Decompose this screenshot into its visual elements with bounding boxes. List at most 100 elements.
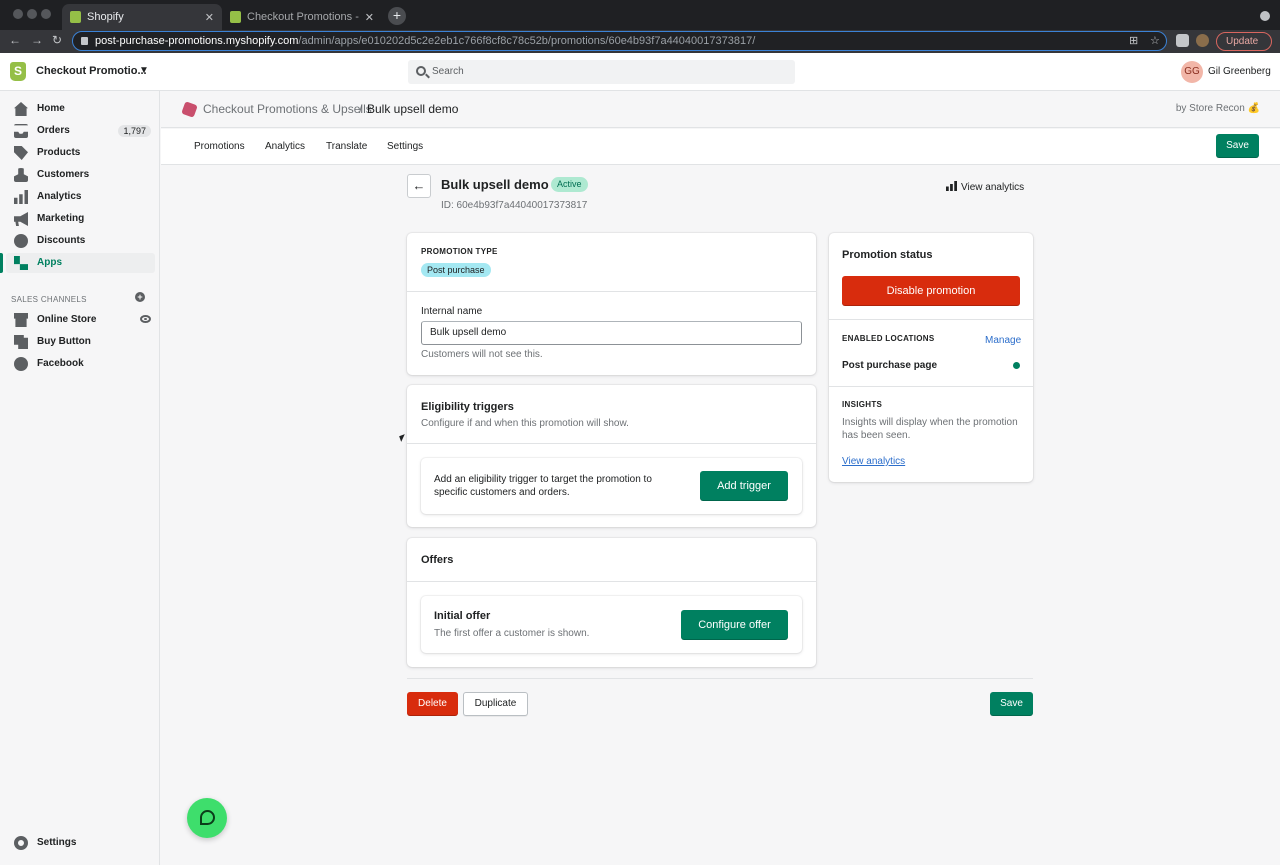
sidebar-item-buy-button[interactable]: Buy Button xyxy=(6,332,155,352)
sidebar-item-discounts[interactable]: Discounts xyxy=(6,231,155,251)
qr-code-icon[interactable]: ⊞ xyxy=(1129,34,1138,47)
sidebar-item-analytics[interactable]: Analytics xyxy=(6,187,155,207)
tab-title: Checkout Promotions - One Cl xyxy=(247,11,359,23)
view-analytics-label: View analytics xyxy=(961,182,1025,193)
bookmark-star-icon[interactable]: ☆ xyxy=(1150,34,1160,47)
address-bar[interactable]: post-purchase-promotions.myshopify.com/a… xyxy=(72,31,1167,51)
sidebar-item-customers[interactable]: Customers xyxy=(6,165,155,185)
store-switcher[interactable]: Checkout Promotio... xyxy=(36,65,147,77)
bar-chart-icon xyxy=(14,190,28,204)
buy-button-icon xyxy=(14,335,28,349)
orders-count-badge: 1,797 xyxy=(118,125,151,137)
back-button[interactable]: ← xyxy=(407,174,431,198)
duplicate-button[interactable]: Duplicate xyxy=(463,692,528,716)
save-button-footer[interactable]: Save xyxy=(990,692,1033,716)
eligibility-triggers-card: Eligibility triggers Configure if and wh… xyxy=(407,385,816,527)
window-minimize-dot[interactable] xyxy=(27,9,37,19)
promotion-type-badge: Post purchase xyxy=(421,263,491,277)
orders-icon xyxy=(14,124,28,138)
sidebar-item-label: Marketing xyxy=(37,213,85,224)
sidebar-item-facebook[interactable]: Facebook xyxy=(6,354,155,374)
sidebar-item-settings[interactable]: Settings xyxy=(6,833,155,853)
discount-icon xyxy=(14,234,28,248)
url-path: /admin/apps/e010202d5c2e2eb1c766f8cf8c78… xyxy=(298,35,756,47)
sidebar-item-home[interactable]: Home xyxy=(6,99,155,119)
internal-name-field[interactable]: Bulk upsell demo xyxy=(421,321,802,345)
insights-label: INSIGHTS xyxy=(842,400,883,409)
window-zoom-dot[interactable] xyxy=(41,9,51,19)
save-button[interactable]: Save xyxy=(1216,134,1259,158)
promotion-id: ID: 60e4b93f7a44040017373817 xyxy=(441,200,588,211)
facebook-icon xyxy=(14,357,28,371)
tag-icon xyxy=(14,146,28,160)
eligibility-description: Add an eligibility trigger to target the… xyxy=(434,474,652,498)
disable-promotion-button[interactable]: Disable promotion xyxy=(842,276,1020,306)
tab-search-icon[interactable] xyxy=(1260,11,1270,21)
tab-promotions[interactable]: Promotions xyxy=(194,141,245,152)
sidebar-item-label: Products xyxy=(37,147,81,158)
tab-close-icon[interactable]: ✕ xyxy=(365,11,374,24)
promotion-type-label: PROMOTION TYPE xyxy=(421,247,498,256)
card-divider xyxy=(407,581,816,582)
shopify-favicon-icon xyxy=(230,11,241,23)
breadcrumb-app-link[interactable]: Checkout Promotions & Upsells xyxy=(203,102,372,116)
bar-chart-icon xyxy=(946,181,957,191)
add-sales-channel-icon[interactable]: + xyxy=(135,292,145,302)
sidebar-item-products[interactable]: Products xyxy=(6,143,155,163)
gear-icon xyxy=(14,836,28,850)
extensions-puzzle-icon[interactable] xyxy=(1176,34,1189,47)
sidebar-item-label: Customers xyxy=(37,169,90,180)
location-enabled-indicator xyxy=(1013,362,1020,369)
person-icon xyxy=(14,168,28,182)
manage-locations-link[interactable]: Manage xyxy=(985,335,1021,346)
breadcrumb: Checkout Promotions & Upsells / Bulk ups… xyxy=(161,91,1280,128)
sidebar-item-label: Apps xyxy=(37,257,62,268)
tab-settings[interactable]: Settings xyxy=(387,141,423,152)
shopify-logo-icon xyxy=(10,62,26,81)
sidebar-item-label: Discounts xyxy=(37,235,86,246)
chat-support-icon[interactable] xyxy=(187,798,227,838)
tab-translate[interactable]: Translate xyxy=(326,141,367,152)
add-trigger-button[interactable]: Add trigger xyxy=(700,471,788,501)
offers-title: Offers xyxy=(421,554,454,566)
sidebar-item-marketing[interactable]: Marketing xyxy=(6,209,155,229)
card-divider xyxy=(407,443,816,444)
browser-tab-bar: Shopify ✕ Checkout Promotions - One Cl ✕… xyxy=(0,0,1280,30)
eligibility-subtitle: Configure if and when this promotion wil… xyxy=(421,418,629,429)
configure-offer-button[interactable]: Configure offer xyxy=(681,610,788,640)
new-tab-button[interactable]: + xyxy=(388,7,406,25)
sales-channels-heading: SALES CHANNELS xyxy=(11,295,87,304)
window-close-dot[interactable] xyxy=(13,9,23,19)
breadcrumb-current-page: Bulk upsell demo xyxy=(367,102,459,116)
sidebar-item-apps[interactable]: Apps xyxy=(0,253,155,273)
initial-offer-row: Initial offer The first offer a customer… xyxy=(421,596,802,653)
promotion-status-title: Promotion status xyxy=(842,249,933,261)
view-analytics-button[interactable]: View analytics xyxy=(946,181,1024,193)
profile-avatar-icon[interactable] xyxy=(1196,34,1209,47)
eye-icon[interactable] xyxy=(140,315,151,323)
browser-update-button[interactable]: Update xyxy=(1216,32,1272,51)
card-divider xyxy=(829,386,1033,387)
promotion-details-card: PROMOTION TYPE Post purchase Internal na… xyxy=(407,233,816,375)
tab-close-icon[interactable]: ✕ xyxy=(205,11,214,24)
tab-analytics[interactable]: Analytics xyxy=(265,141,305,152)
browser-tab-shopify[interactable]: Shopify ✕ xyxy=(62,4,222,30)
search-input[interactable]: Search xyxy=(408,60,795,84)
insights-description: Insights will display when the promotion… xyxy=(842,417,1018,441)
eligibility-empty-state: Add an eligibility trigger to target the… xyxy=(421,458,802,514)
megaphone-icon xyxy=(14,212,28,226)
avatar[interactable]: GG xyxy=(1181,61,1203,83)
forward-arrow-icon[interactable]: → xyxy=(31,33,43,47)
back-arrow-icon[interactable]: ← xyxy=(9,33,21,47)
browser-toolbar: ← → ↻ post-purchase-promotions.myshopify… xyxy=(0,30,1280,53)
caret-down-icon[interactable]: ▼ xyxy=(139,65,149,76)
reload-icon[interactable]: ↻ xyxy=(52,33,62,47)
user-name[interactable]: Gil Greenberg xyxy=(1208,66,1271,77)
view-analytics-link[interactable]: View analytics xyxy=(842,456,905,467)
browser-tab-checkout-promotions[interactable]: Checkout Promotions - One Cl ✕ xyxy=(222,4,382,30)
sidebar-item-orders[interactable]: Orders 1,797 xyxy=(6,121,155,141)
delete-button[interactable]: Delete xyxy=(407,692,458,716)
sidebar-item-online-store[interactable]: Online Store xyxy=(6,310,155,330)
lock-icon xyxy=(81,37,88,45)
location-name: Post purchase page xyxy=(842,360,938,371)
